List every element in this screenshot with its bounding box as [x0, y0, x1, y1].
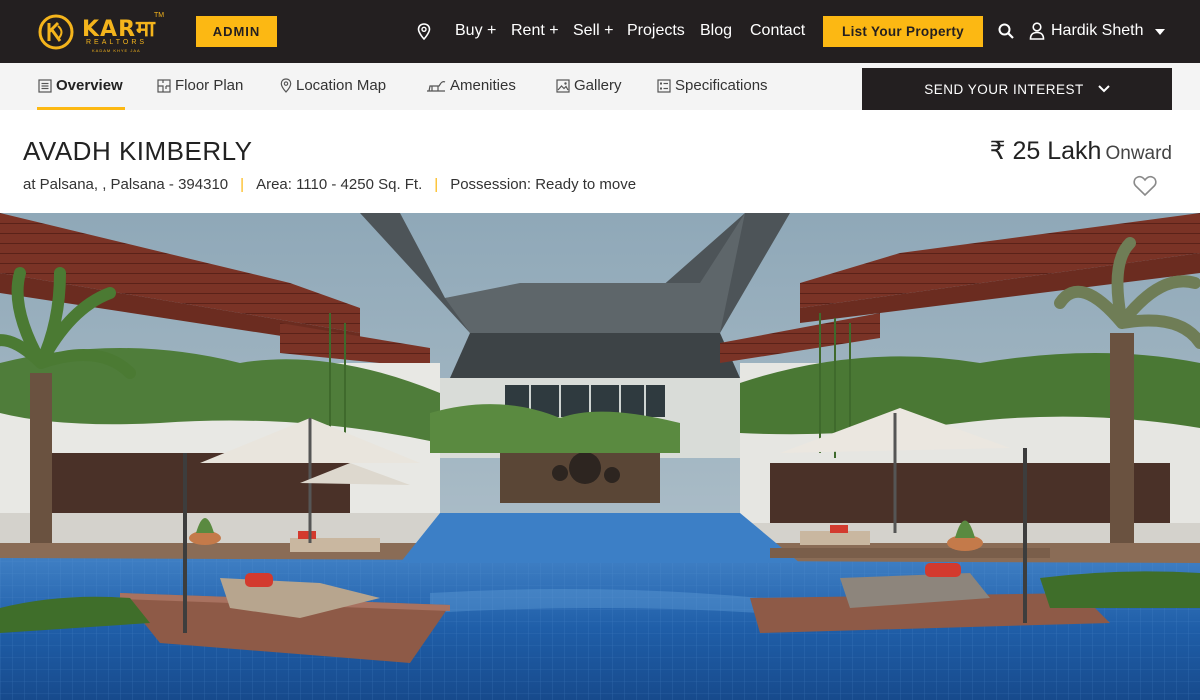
logo-mark-icon — [38, 14, 74, 50]
property-meta: at Palsana, , Palsana - 394310 | Area: 1… — [23, 176, 636, 193]
nav-sell[interactable]: Sell + — [573, 22, 613, 40]
gallery-icon — [556, 78, 570, 93]
user-icon[interactable] — [1029, 22, 1045, 40]
send-interest-label: SEND YOUR INTEREST — [924, 81, 1084, 97]
nav-buy[interactable]: Buy + — [455, 22, 496, 40]
send-interest-button[interactable]: SEND YOUR INTEREST — [862, 68, 1172, 110]
location-pin-icon — [280, 78, 292, 93]
trademark-mark: TM — [154, 12, 165, 19]
nav-rent[interactable]: Rent + — [511, 22, 559, 40]
hero-image — [0, 213, 1200, 700]
tab-gallery-label: Gallery — [574, 77, 622, 94]
location-pin-icon[interactable] — [417, 23, 431, 40]
price-value: ₹ 25 Lakh — [989, 137, 1102, 165]
tab-specifications[interactable]: Specifications — [657, 77, 768, 94]
tab-overview[interactable]: Overview — [38, 77, 123, 94]
meta-separator: | — [434, 176, 439, 193]
search-icon[interactable] — [998, 23, 1014, 39]
nav-contact[interactable]: Contact — [750, 22, 805, 40]
resort-pool-photo — [0, 213, 1200, 700]
logo-subtitle: REALTORS — [86, 39, 148, 46]
chevron-down-icon — [1098, 85, 1110, 93]
logo-tagline: KADAM KHYE JAA — [92, 48, 141, 53]
specifications-icon — [657, 78, 671, 93]
amenities-icon — [427, 80, 446, 92]
tab-floor-plan[interactable]: Floor Plan — [157, 77, 243, 94]
tab-specifications-label: Specifications — [675, 77, 768, 94]
list-property-button[interactable]: List Your Property — [823, 16, 983, 47]
document-icon — [38, 78, 52, 93]
tab-gallery[interactable]: Gallery — [556, 77, 622, 94]
property-location: at Palsana, , Palsana - 394310 — [23, 176, 229, 193]
tab-location-map-label: Location Map — [296, 77, 387, 94]
caret-down-icon[interactable] — [1155, 29, 1165, 35]
floor-plan-icon — [157, 78, 171, 93]
property-possession: Possession: Ready to move — [450, 176, 637, 193]
property-price: ₹ 25 Lakh Onward — [990, 136, 1172, 166]
tab-location-map[interactable]: Location Map — [280, 77, 386, 94]
nav-blog[interactable]: Blog — [700, 22, 732, 40]
user-name[interactable]: Hardik Sheth — [1051, 22, 1144, 40]
price-suffix: Onward — [1105, 143, 1172, 164]
property-area: Area: 1110 - 4250 Sq. Ft. — [256, 176, 423, 193]
nav-projects[interactable]: Projects — [627, 22, 685, 40]
favorite-heart-icon[interactable] — [1133, 175, 1157, 196]
meta-separator: | — [240, 176, 245, 193]
admin-button[interactable]: ADMIN — [196, 16, 277, 47]
brand-logo[interactable]: KARमा TM REALTORS KADAM KHYE JAA — [38, 12, 168, 53]
tab-amenities-label: Amenities — [450, 77, 516, 94]
top-navbar: KARमा TM REALTORS KADAM KHYE JAA ADMIN B… — [0, 0, 1200, 63]
property-title: AVADH KIMBERLY — [23, 136, 253, 166]
tab-overview-label: Overview — [56, 77, 123, 94]
tab-floor-plan-label: Floor Plan — [175, 77, 244, 94]
active-tab-indicator — [37, 107, 125, 110]
tab-amenities[interactable]: Amenities — [426, 77, 516, 94]
